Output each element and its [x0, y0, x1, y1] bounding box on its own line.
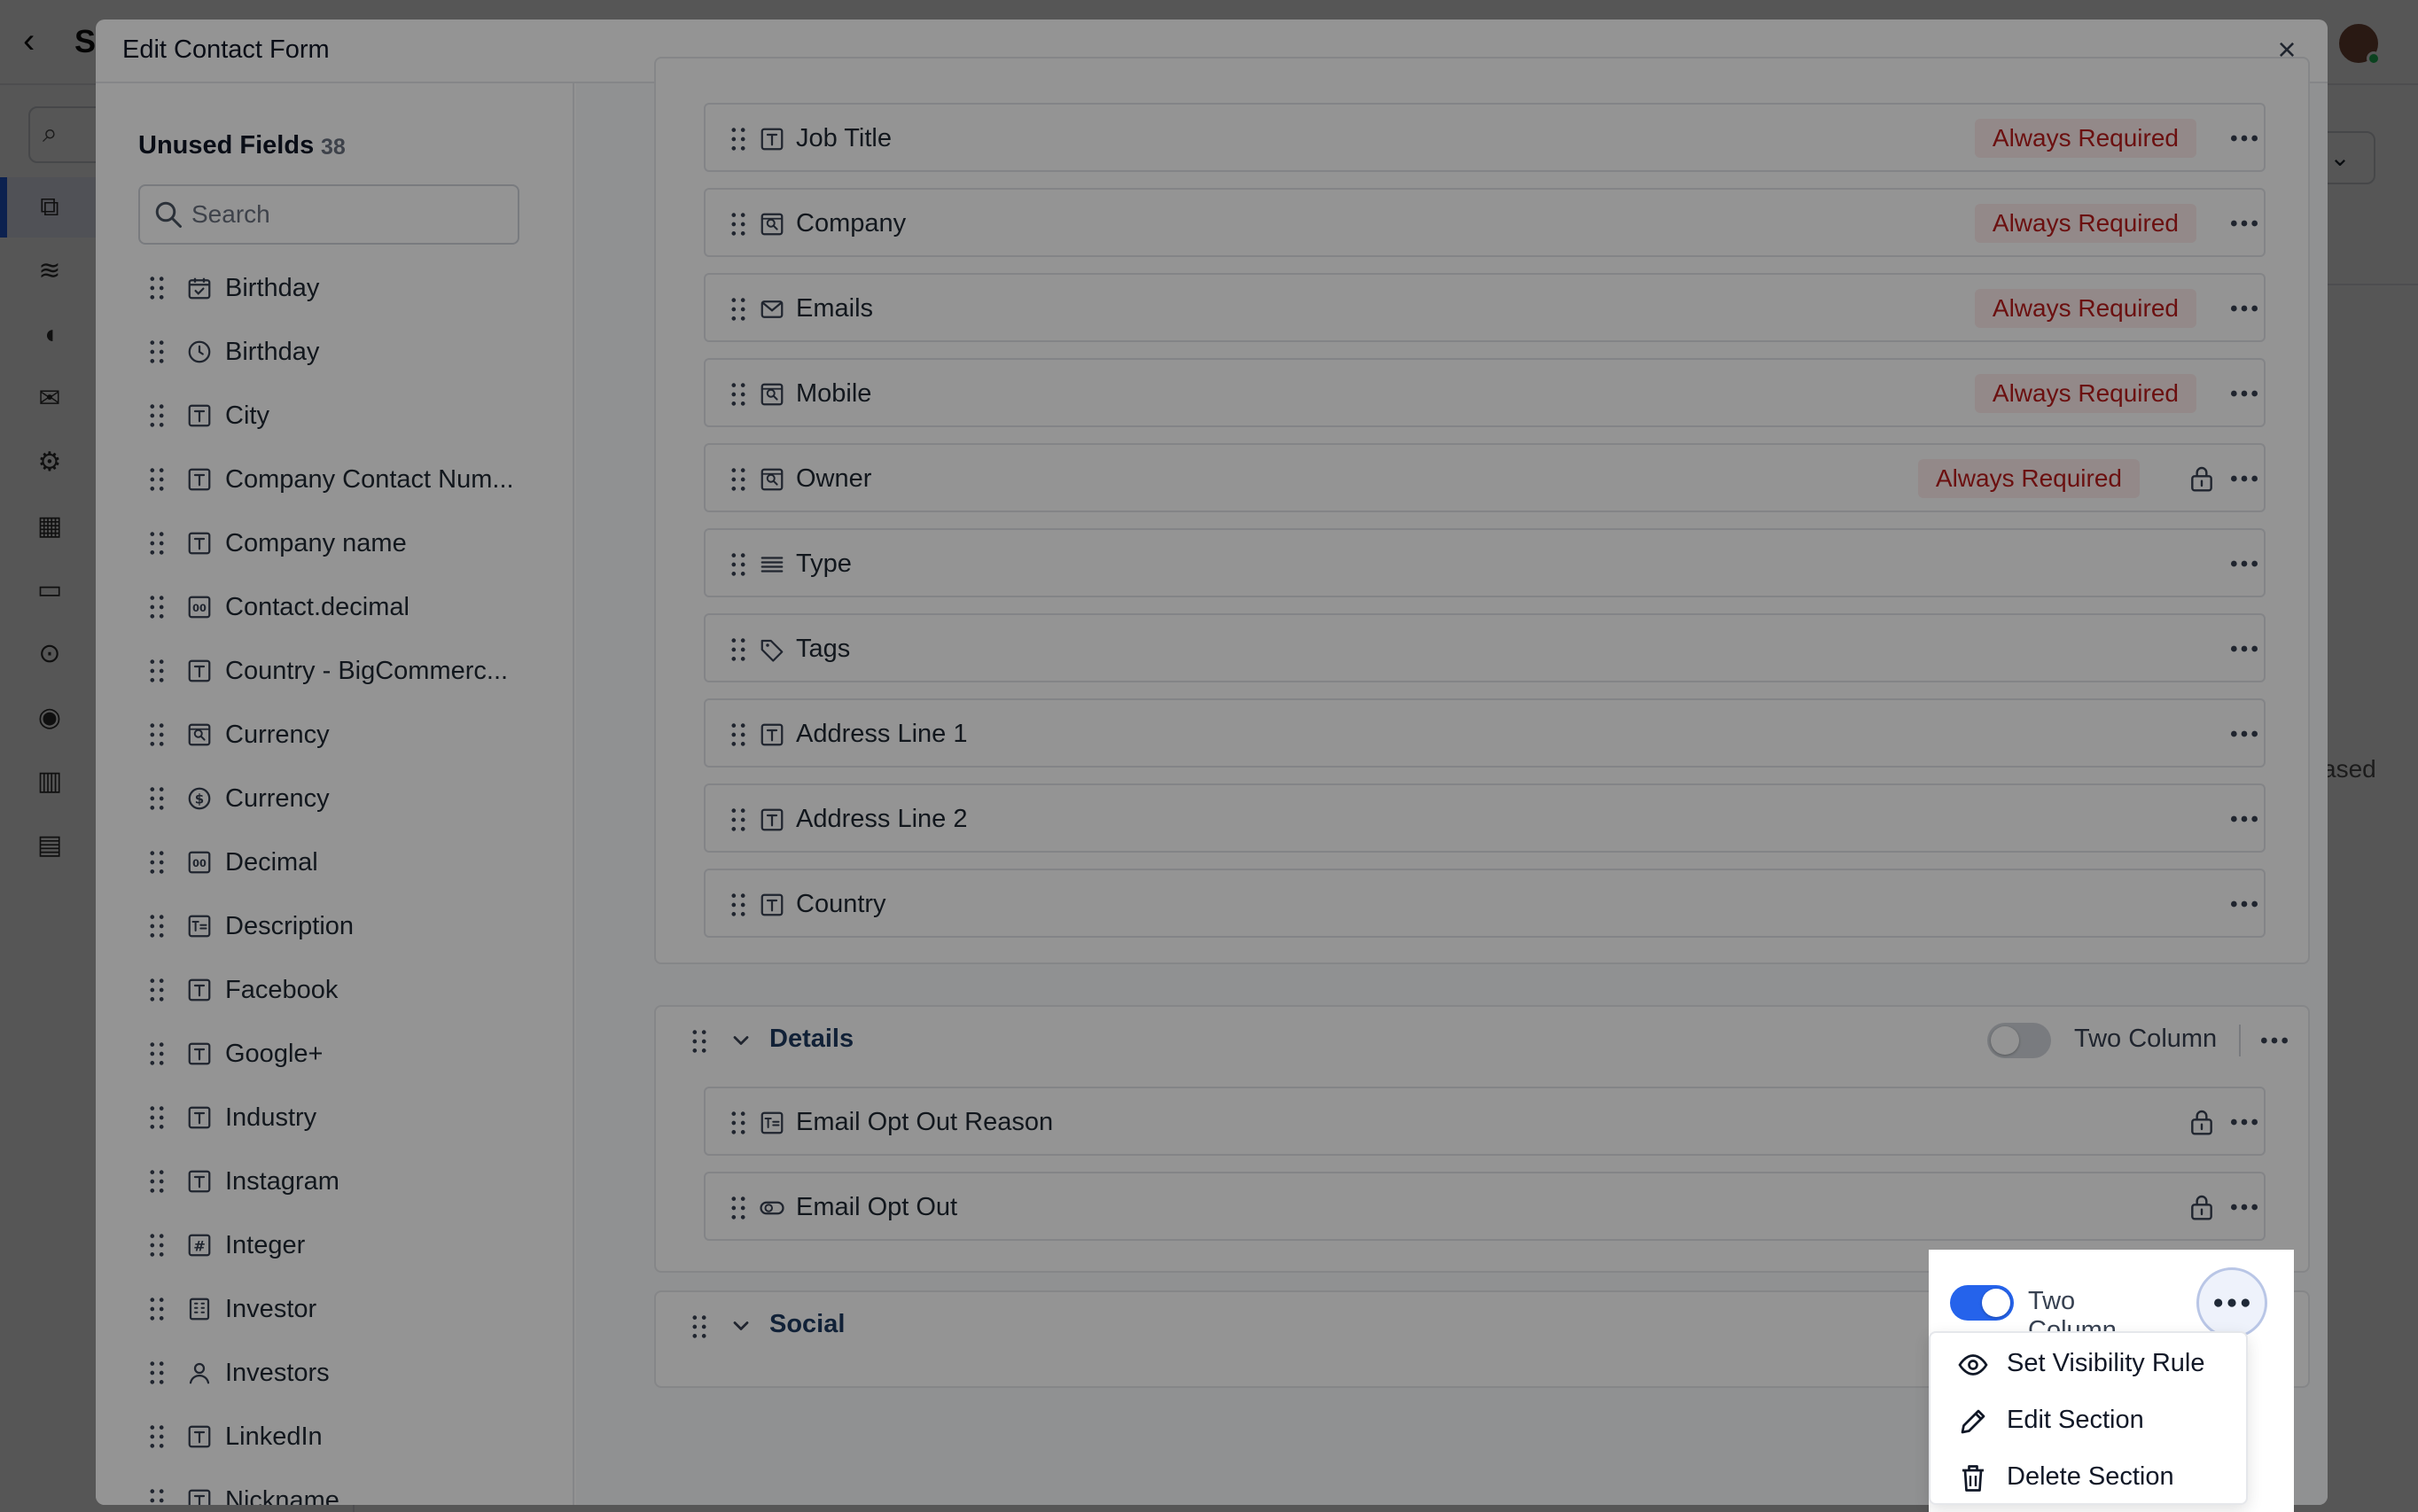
section-context-menu: Set Visibility Rule Edit Section Delete Se… [1929, 1331, 2248, 1505]
menu-item-label: Delete Section [2007, 1462, 2174, 1491]
section-more-options-button[interactable] [2196, 1267, 2267, 1338]
eye-icon [1958, 1354, 1988, 1376]
social-two-column-toggle[interactable] [1950, 1285, 2014, 1321]
menu-item-delete-section[interactable]: Delete Section [1930, 1448, 2246, 1505]
menu-item-label: Set Visibility Rule [2007, 1349, 2205, 1377]
pencil-icon [1961, 1409, 1985, 1434]
more-options-icon [2214, 1298, 2250, 1307]
menu-item-label: Edit Section [2007, 1406, 2144, 1434]
trash-icon [1962, 1465, 1984, 1492]
menu-item-set-visibility-rule[interactable]: Set Visibility Rule [1930, 1335, 2246, 1391]
menu-item-edit-section[interactable]: Edit Section [1930, 1391, 2246, 1448]
toggle-knob [1982, 1289, 2010, 1317]
